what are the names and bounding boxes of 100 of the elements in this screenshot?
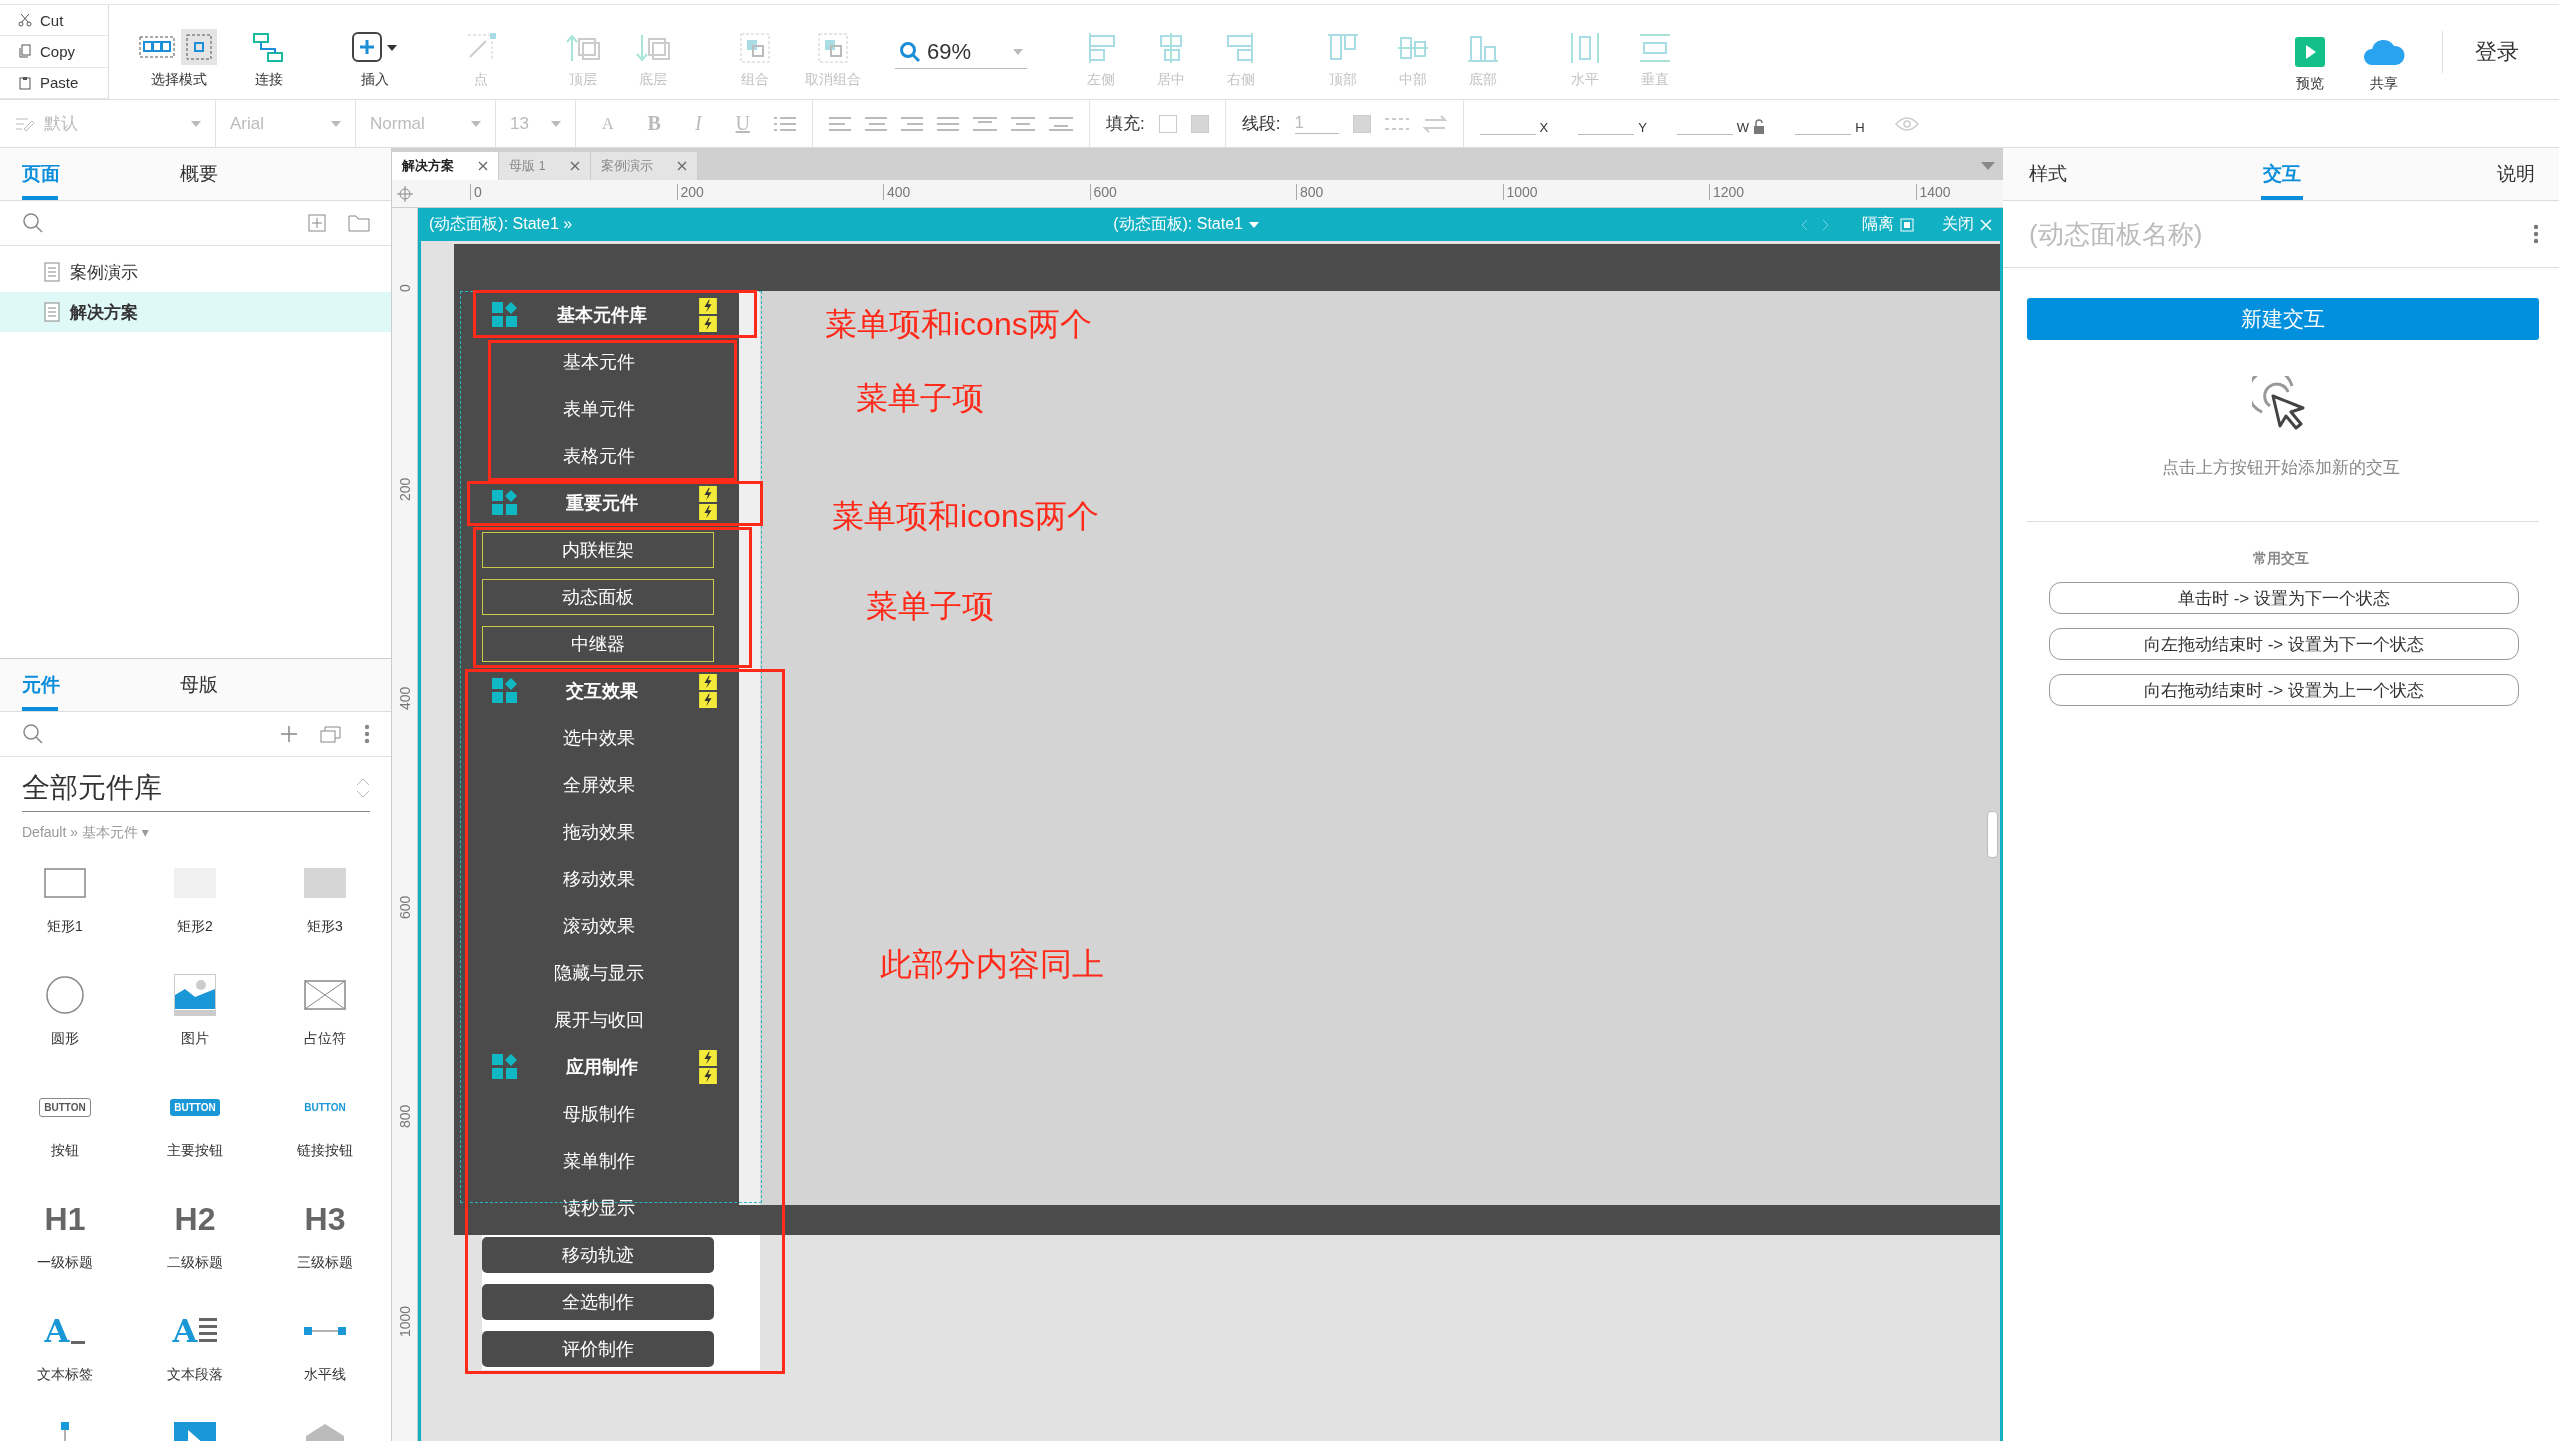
menu-header[interactable]: 重要元件 [483,485,721,521]
menu-header[interactable]: 应用制作 [483,1049,721,1085]
ruler-label: 1000 [1502,184,1538,200]
widget-label: 二级标题 [167,1254,223,1272]
menu-item[interactable]: 选中效果 [494,720,704,756]
coordinate-label: W [1736,120,1750,135]
toolbar-button[interactable]: 连接 [243,9,295,95]
lightning-icon [699,674,717,690]
valign-middle-icon [1011,116,1036,131]
back-icon [1800,218,1808,231]
stroke-color-swatch[interactable] [1352,114,1371,133]
panel-name-field[interactable]: (动态面板名称) [2027,217,2533,251]
menu-item[interactable]: 菜单制作 [494,1143,704,1179]
justify-icon [937,116,960,131]
coordinate-label: X [1539,120,1549,135]
menu-item[interactable]: 表格元件 [494,438,704,474]
add-library-button[interactable] [280,725,298,743]
menu-item[interactable]: 表单元件 [494,391,704,427]
circle-icon [45,975,85,1015]
widget-label: 占位符 [304,1030,346,1048]
close-icon [569,161,580,171]
menu-item[interactable]: 展开与收回 [494,1002,704,1038]
annotation-text: 菜单子项 [866,587,994,626]
stroke-label: 线段: [1241,113,1281,135]
page-item[interactable]: 解决方案 [0,292,391,332]
add-page-button[interactable] [308,214,326,232]
plus-icon [280,725,298,743]
inspector-tab[interactable]: 说明 [2495,148,2537,200]
scroll-handle[interactable] [1987,811,1998,858]
zoom-dropdown[interactable]: 69% [895,35,1028,69]
ruler-label: 400 [397,686,413,710]
widget-label: 水平线 [304,1366,346,1384]
page-item[interactable]: 案例演示 [0,252,391,292]
menu-header[interactable]: 交互效果 [483,673,721,709]
widget-label: 文本标签 [37,1366,93,1384]
menu-item[interactable]: 隐藏与显示 [494,955,704,991]
lightning-icon [699,298,717,314]
lock-icon [1753,119,1766,135]
dash-style-icon [1384,115,1409,132]
page-icon [44,262,60,282]
list-icon [774,115,797,132]
document-tab[interactable]: 解决方案 [392,152,499,180]
toolbar-button[interactable]: 插入 [345,9,405,95]
grid-icon [492,678,518,704]
widget-label: 圆形 [51,1030,79,1048]
menu-item[interactable]: 中继器 [482,626,714,662]
menu-item[interactable]: 内联框架 [482,532,714,568]
widget-label: 矩形1 [47,918,83,936]
ruler-label: 800 [397,1104,413,1128]
menu-item[interactable]: 动态面板 [482,579,714,615]
menu-item[interactable]: 母版制作 [494,1096,704,1132]
menu-item[interactable]: 全选制作 [482,1284,714,1320]
widget-label: 文本段落 [167,1366,223,1384]
fill-color-swatch[interactable] [1158,114,1177,133]
scissors-icon [18,13,32,28]
image-icon [174,974,216,1016]
heading-icon: H3 [304,1200,346,1238]
lightning-icon [699,486,717,502]
close-icon [478,161,488,171]
interaction-preset-button[interactable]: 向左拖动结束时 -> 设置为下一个状态 [2049,628,2519,660]
menu-item[interactable]: 评价制作 [482,1331,714,1367]
chevron-icon [1013,48,1024,55]
interaction-preset-button[interactable]: 单击时 -> 设置为下一个状态 [2049,582,2519,614]
caret-icon [471,120,481,127]
menu-header[interactable]: 基本元件库 [483,297,721,333]
forward-icon [1822,218,1830,231]
heading-icon: H2 [174,1200,216,1238]
menu-item[interactable]: 读秒显示 [494,1190,704,1226]
interaction-preset-button[interactable]: 向右拖动结束时 -> 设置为上一个状态 [2049,674,2519,706]
preview-button[interactable]: 预览 [2284,13,2336,99]
grid-icon [492,1054,518,1080]
rectangle-icon [44,868,86,898]
distribute-vertical-icon [1638,31,1673,65]
inspector-tab[interactable]: 样式 [2027,148,2069,200]
share-button[interactable]: 共享 [2356,13,2412,99]
menu-item[interactable]: 拖动效果 [494,814,704,850]
library-button[interactable] [320,725,342,743]
panel-tab[interactable]: 概要 [135,148,391,200]
menu-item[interactable]: 基本元件 [494,344,704,380]
ruler-label: 1200 [1709,184,1745,200]
shadow-swatch[interactable] [1190,114,1209,133]
menu-item[interactable]: 全屏效果 [494,767,704,803]
dropdown-icon [1981,162,1995,170]
menu-item[interactable]: 移动效果 [494,861,704,897]
panel-tab[interactable]: 母版 [135,659,391,711]
lightning-icon [699,1068,717,1084]
menu-item[interactable]: 移动轨迹 [482,1237,714,1273]
widget-label: 矩形3 [307,918,343,936]
arrow-style-icon [1422,114,1447,133]
selection-icon [139,29,219,65]
menu-item[interactable]: 滚动效果 [494,908,704,944]
login-button[interactable]: 登录 [2442,31,2545,73]
close-icon [676,161,687,171]
library-dropdown[interactable]: 全部元件库 [22,769,370,812]
toolbar-button[interactable]: 选择模式 [133,9,225,95]
folder-icon [348,214,370,232]
more-icon [364,724,370,744]
add-folder-button[interactable] [348,214,370,232]
align-right-icon [901,116,924,131]
more-button[interactable] [364,724,370,744]
